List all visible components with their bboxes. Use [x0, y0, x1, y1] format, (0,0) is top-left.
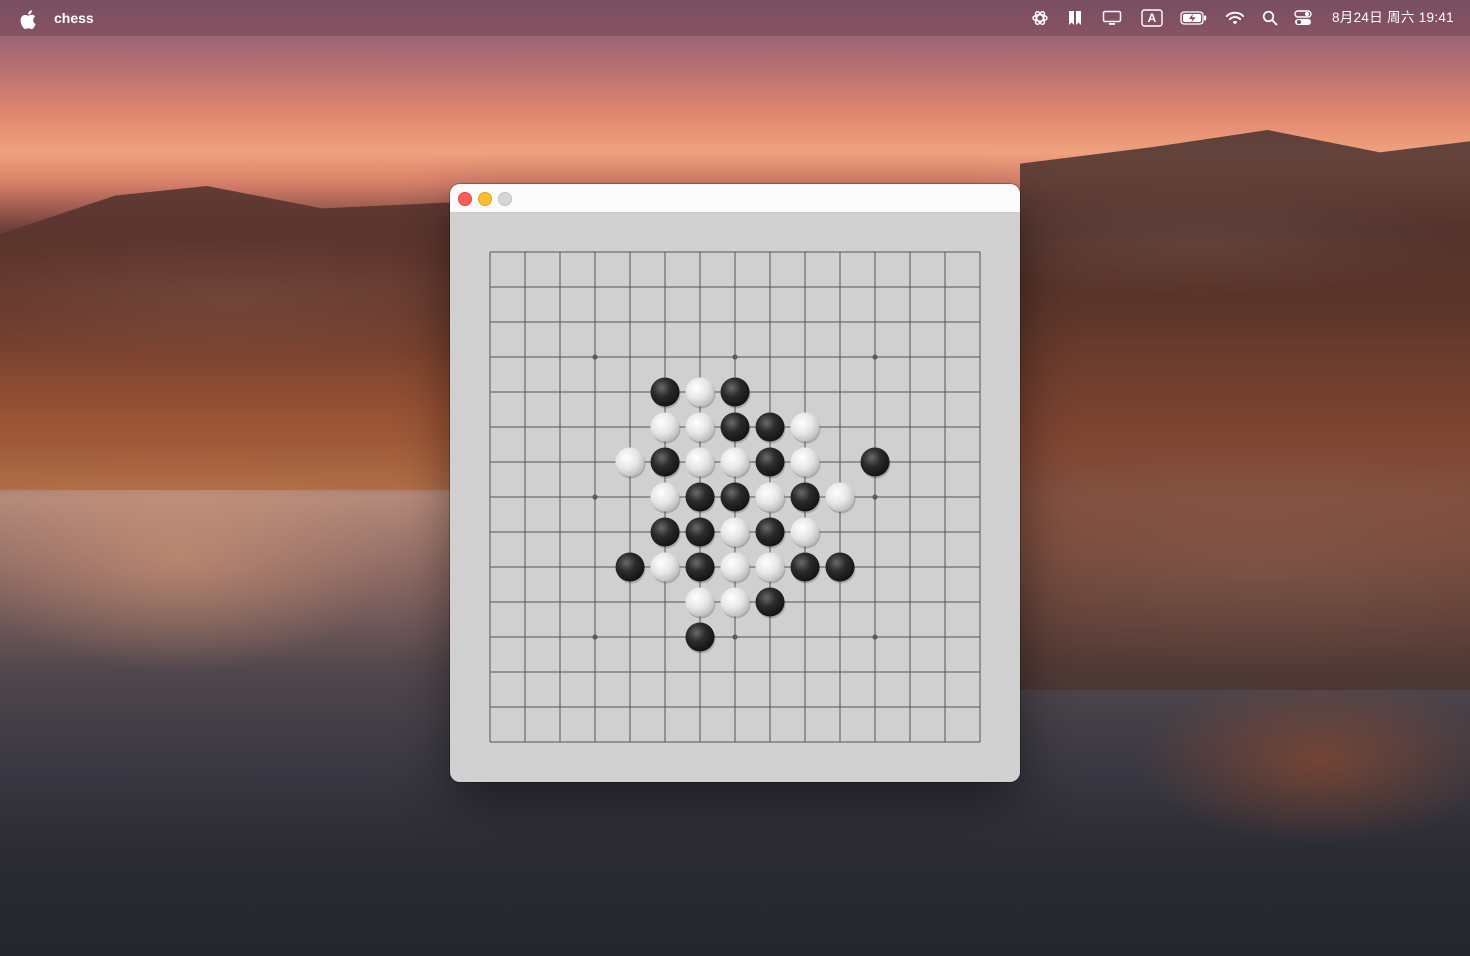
star-point — [732, 634, 738, 640]
white-stone — [825, 482, 855, 512]
black-stone — [790, 552, 820, 582]
white-stone — [755, 552, 785, 582]
close-button[interactable] — [458, 192, 472, 206]
black-stone — [755, 587, 785, 617]
white-stone — [720, 447, 750, 477]
app-name-menu[interactable]: chess — [54, 0, 94, 36]
black-stone — [825, 552, 855, 582]
black-stone — [720, 412, 750, 442]
star-point — [732, 354, 738, 360]
black-stone — [685, 622, 715, 652]
star-point — [872, 634, 878, 640]
board-area — [450, 213, 1020, 782]
black-stone — [860, 447, 890, 477]
white-stone — [685, 447, 715, 477]
white-stone — [685, 377, 715, 407]
spotlight-search-icon[interactable] — [1260, 9, 1280, 27]
black-stone — [755, 517, 785, 547]
wallpaper-mountains-left — [0, 186, 460, 490]
minimize-button[interactable] — [478, 192, 492, 206]
white-stone — [720, 587, 750, 617]
star-point — [592, 634, 598, 640]
white-stone — [685, 587, 715, 617]
display-icon[interactable] — [1101, 9, 1123, 27]
white-stone — [720, 517, 750, 547]
black-stone — [755, 447, 785, 477]
black-stone — [685, 552, 715, 582]
star-point — [872, 494, 878, 500]
white-stone — [720, 552, 750, 582]
zoom-button[interactable] — [498, 192, 512, 206]
white-stone — [755, 482, 785, 512]
white-stone — [790, 447, 820, 477]
star-point — [592, 354, 598, 360]
input-method-icon[interactable]: A — [1140, 9, 1164, 27]
black-stone — [615, 552, 645, 582]
white-stone — [650, 482, 680, 512]
menu-bar: chess A 8月24日 周六 19:41 — [0, 0, 1470, 36]
control-center-icon[interactable] — [1293, 9, 1313, 27]
battery-icon[interactable] — [1180, 9, 1208, 27]
wallpaper-mountains-right — [1020, 130, 1470, 690]
window-titlebar[interactable] — [450, 184, 1020, 213]
black-stone — [755, 412, 785, 442]
bookmark-icon[interactable] — [1066, 9, 1084, 27]
menu-bar-clock[interactable]: 8月24日 周六 19:41 — [1332, 0, 1454, 36]
white-stone — [685, 412, 715, 442]
white-stone — [650, 552, 680, 582]
black-stone — [650, 377, 680, 407]
white-stone — [790, 517, 820, 547]
black-stone — [720, 377, 750, 407]
white-stone — [790, 412, 820, 442]
star-point — [872, 354, 878, 360]
white-stone — [650, 412, 680, 442]
gomoku-board[interactable] — [450, 213, 1020, 782]
apple-menu-icon[interactable] — [18, 0, 38, 36]
black-stone — [720, 482, 750, 512]
black-stone — [685, 517, 715, 547]
black-stone — [790, 482, 820, 512]
wifi-icon[interactable] — [1224, 9, 1246, 27]
black-stone — [650, 447, 680, 477]
black-stone — [685, 482, 715, 512]
chess-window — [450, 184, 1020, 782]
black-stone — [650, 517, 680, 547]
chatgpt-icon[interactable] — [1030, 9, 1050, 27]
input-method-label: A — [1147, 11, 1157, 25]
white-stone — [615, 447, 645, 477]
star-point — [592, 494, 598, 500]
